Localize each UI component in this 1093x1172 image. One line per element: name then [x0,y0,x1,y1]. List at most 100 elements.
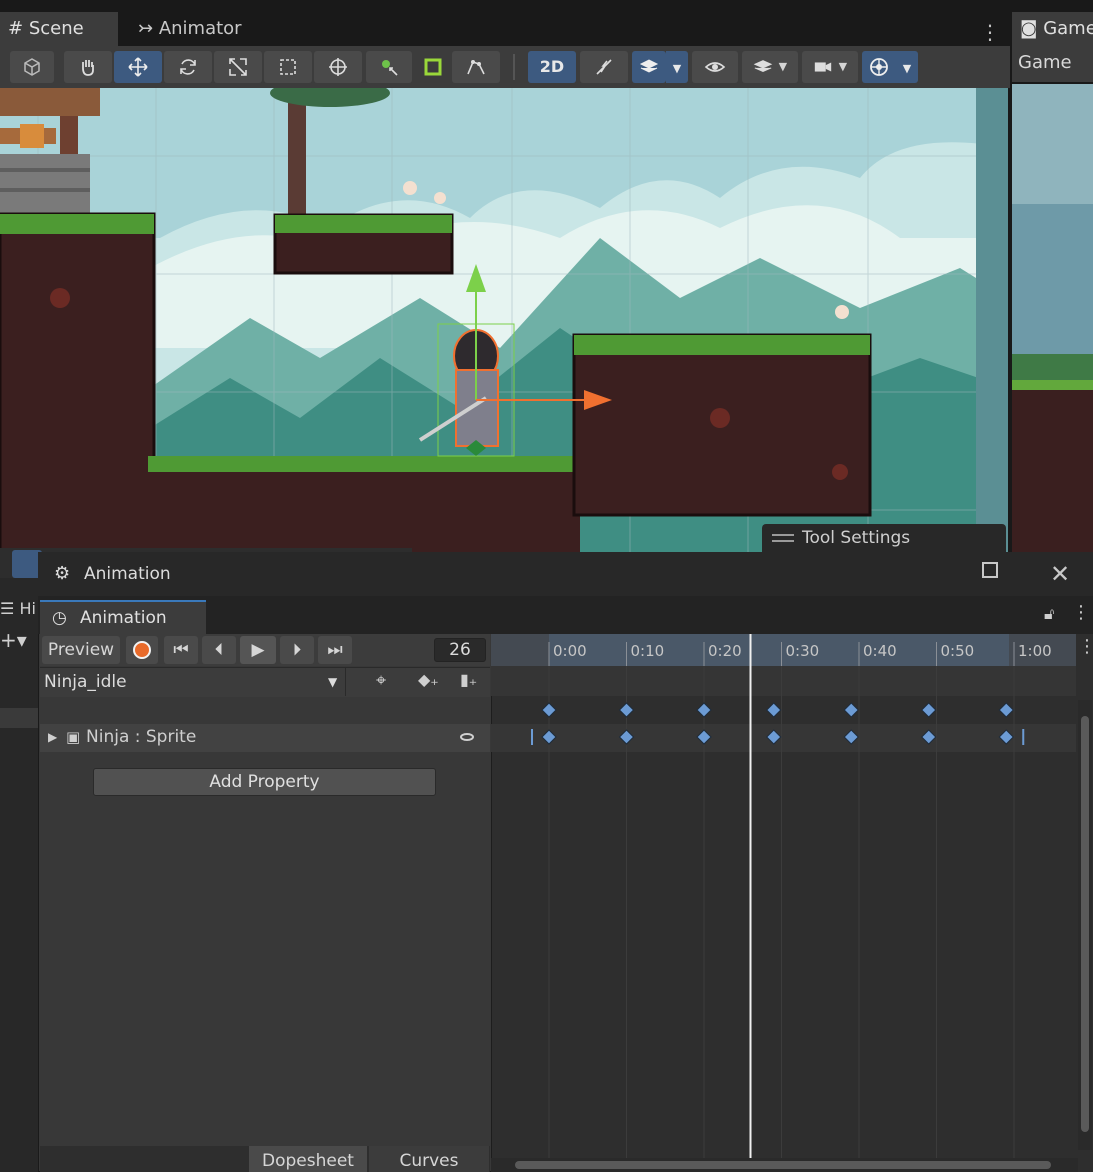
keyframe-diamond[interactable] [843,729,859,745]
clock-icon: ◷ [52,608,67,628]
gizmos-button[interactable] [862,51,896,83]
ruler-label: 0:40 [863,642,897,660]
keyframe-diamond[interactable] [998,729,1014,745]
tab-dopesheet[interactable]: Dopesheet [249,1146,367,1172]
toggle-icon[interactable] [460,733,474,741]
tab-game-label: Game [1043,18,1093,39]
keyframe-diamond[interactable] [541,729,557,745]
expand-arrow-icon[interactable]: ▶ [48,724,57,750]
chevron-down-icon: ▼ [902,62,912,75]
game-display-dropdown[interactable]: Game [1012,46,1093,82]
effects-dropdown[interactable]: ▼ [666,51,688,83]
tab-hierarchy[interactable]: ☰ Hi [0,596,40,622]
game-view[interactable] [1012,84,1093,552]
tab-scene[interactable]: # Scene [0,12,118,46]
tab-game[interactable]: ◙ Game [1012,12,1093,46]
scene-artwork [0,88,1008,552]
hand-tool-button[interactable] [64,51,112,83]
ruler-label: 1:00 [1018,642,1052,660]
skip-end-icon: ⏭ [327,640,343,660]
keyframe-diamond[interactable] [766,702,782,718]
rotate-tool-button[interactable] [164,51,212,83]
maximize-icon[interactable] [982,562,998,578]
lock-icon[interactable]: 🔓︎ [1044,604,1054,624]
keyframe-diamond[interactable] [696,729,712,745]
keyframe-track[interactable] [491,634,1093,1172]
green-square-icon [424,58,442,76]
vertical-scrollbar[interactable] [1078,700,1092,1150]
2d-mode-button[interactable]: 2D [528,51,576,83]
tab-curves[interactable]: Curves [369,1146,489,1172]
scene-toolbar: 2D ▼ ▼ ▼ ▼ [0,46,1010,88]
scale-tool-button[interactable] [214,51,262,83]
step-back-icon: ⏴ [214,640,224,660]
hierarchy-row[interactable] [0,708,40,728]
previous-keyframe-button[interactable]: ⏴ [202,636,236,664]
close-icon[interactable]: ✕ [1050,552,1070,596]
ruler-label: 0:00 [553,642,587,660]
horizontal-scroll-thumb[interactable] [515,1161,1051,1169]
tool-settings-overlay[interactable]: Tool Settings [762,524,1006,552]
list-icon: ☰ [0,599,15,618]
play-icon: ▶ [251,640,265,660]
add-object-button[interactable]: +▾ [0,628,27,652]
more-options-icon[interactable]: ⋮ [980,20,1000,44]
frame-input[interactable]: 26 [434,638,486,662]
next-keyframe-button[interactable]: ⏵ [280,636,314,664]
property-row[interactable]: ▶ ▣ Ninja : Sprite [40,724,490,752]
horizontal-scrollbar[interactable] [491,1158,1078,1172]
first-keyframe-button[interactable]: ⏮ [164,636,198,664]
chevron-down-icon: ▼ [838,60,848,73]
more-options-icon[interactable]: ⋮ [1072,602,1090,623]
shape-edit-icon [467,60,485,75]
gizmos-dropdown[interactable]: ▼ [896,51,918,83]
tab-animator[interactable]: ↣ Animator [130,12,270,46]
keyframe-diamond[interactable] [541,702,557,718]
add-event-icon[interactable]: ▮₊ [460,670,477,689]
drag-handle-icon[interactable] [772,534,794,542]
preview-button[interactable]: Preview [42,636,120,664]
animator-icon: ↣ [138,18,154,39]
keyframe-diamond[interactable] [618,702,635,718]
scale-icon [229,58,247,76]
last-keyframe-button[interactable]: ⏭ [318,636,352,664]
keyframe-diamond[interactable] [843,702,859,718]
keyframe-diamond[interactable] [766,729,782,745]
visibility-button[interactable] [692,51,738,83]
edit-shape-button[interactable] [452,51,500,83]
keyframe-diamond[interactable] [921,702,937,718]
add-property-button[interactable]: Add Property [93,768,436,796]
tab-animation[interactable]: ◷ Animation [40,600,206,634]
add-keyframe-icon[interactable]: ◆₊ [418,670,439,689]
lighting-toggle-button[interactable] [580,51,628,83]
preview-label: Preview [47,640,115,660]
move-tool-button[interactable] [114,51,162,83]
vertical-scroll-thumb[interactable] [1081,716,1089,1132]
animation-window-titlebar[interactable]: ⚙ Animation ✕ [38,552,1093,596]
transform-tool-button[interactable] [314,51,362,83]
keyframe-diamond[interactable] [921,729,937,745]
chevron-down-icon: ▼ [328,675,338,689]
clip-dropdown[interactable]: Ninja_idle ▼ [40,668,345,696]
rect-tool-button[interactable] [264,51,312,83]
layers-dropdown[interactable]: ▼ [742,51,798,83]
view-cube-button[interactable] [10,51,54,83]
keyframe-diamond[interactable] [618,729,635,745]
eye-icon [704,62,726,72]
keyframe-diamond[interactable] [998,702,1014,718]
record-button[interactable] [126,636,158,664]
play-button[interactable]: ▶ [240,636,276,664]
custom-tool-button[interactable] [366,51,412,83]
transform-icon [329,58,347,76]
chevron-down-icon: ▼ [778,60,788,73]
sprite-shape-button[interactable] [418,51,448,83]
tab-hierarchy-label: Hi [19,599,36,618]
camera-icon [814,62,832,72]
filter-keyframes-icon[interactable]: ⌖ [376,670,386,691]
camera-dropdown[interactable]: ▼ [802,51,858,83]
keyframe-diamond[interactable] [696,702,712,718]
scene-view[interactable] [0,88,1008,552]
layers-icon [753,60,773,73]
game-display-label: Game [1018,52,1072,73]
effects-button[interactable] [632,51,666,83]
